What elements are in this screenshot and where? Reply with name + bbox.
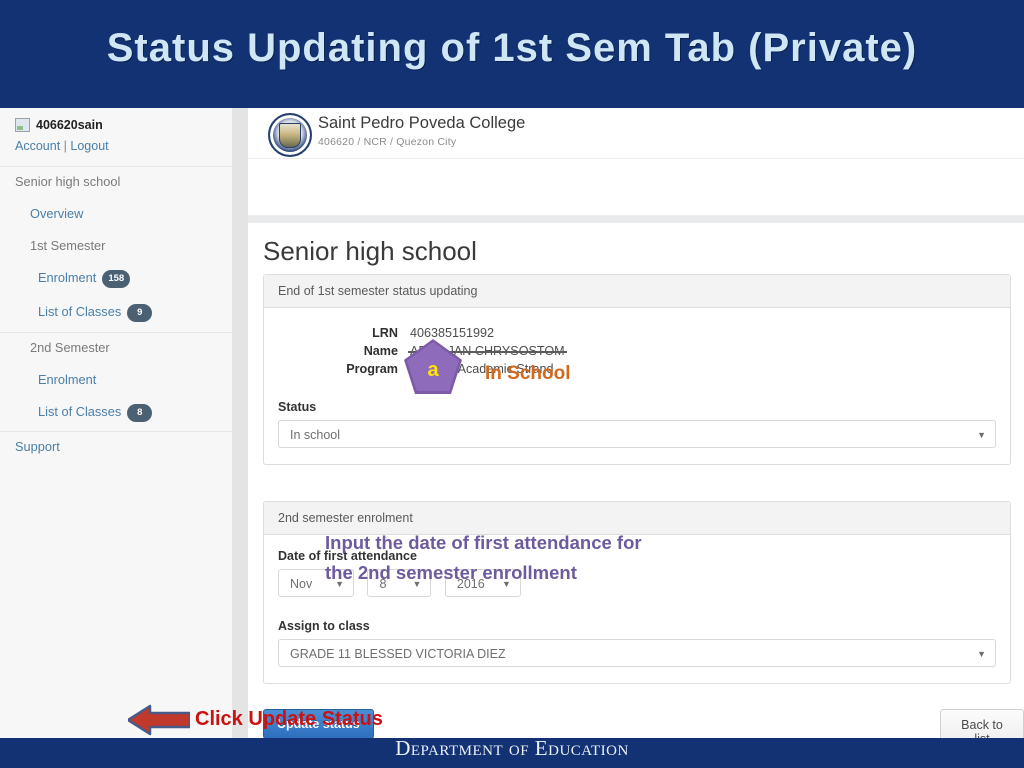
- status-select-value: In school: [290, 428, 341, 442]
- sidebar-item-2nd-enrolment[interactable]: Enrolment: [0, 364, 232, 396]
- student-details: LRN 406385151992 Name ABAT, JAN CHRYSOST…: [278, 324, 996, 378]
- sidebar: 406620sain Account | Logout Senior high …: [0, 108, 233, 738]
- detail-key-name: Name: [363, 344, 398, 358]
- status-panel-heading: End of 1st semester status updating: [264, 275, 1010, 308]
- link-separator: |: [63, 139, 67, 153]
- month-select-value: Nov: [290, 577, 313, 591]
- account-link[interactable]: Account: [15, 139, 60, 153]
- status-panel-body: LRN 406385151992 Name ABAT, JAN CHRYSOST…: [264, 308, 1010, 464]
- left-arrow-icon: [128, 704, 190, 736]
- content-separator-strip: [248, 216, 1024, 223]
- detail-key-lrn: LRN: [372, 326, 398, 340]
- nav-section-support: Support: [0, 431, 232, 467]
- sidebar-item-2nd-list-of-classes-label: List of Classes: [38, 404, 122, 419]
- user-links: Account | Logout: [15, 139, 109, 153]
- username-label: 406620sain: [36, 118, 103, 132]
- user-row: 406620sain: [15, 118, 103, 132]
- status-field-label: Status: [278, 400, 317, 414]
- slide-title-banner: Status Updating of 1st Sem Tab (Private): [0, 0, 1024, 108]
- sidebar-badge-1st-list-of-classes: 9: [127, 304, 153, 322]
- annotation-marker-letter: a: [427, 359, 439, 381]
- header-blank-band: [248, 159, 1024, 216]
- detail-key-program: Program: [346, 362, 398, 376]
- detail-row-lrn: LRN 406385151992: [278, 324, 996, 342]
- sidebar-item-overview[interactable]: Overview: [0, 198, 232, 230]
- slide-title: Status Updating of 1st Sem Tab (Private): [106, 26, 918, 70]
- school-header: Saint Pedro Poveda College 406620 / NCR …: [248, 108, 1024, 159]
- assign-to-class-value: GRADE 11 BLESSED VICTORIA DIEZ: [290, 647, 506, 661]
- detail-value-lrn: 406385151992: [410, 326, 495, 340]
- page-title: Senior high school: [263, 236, 477, 266]
- school-seal-icon: [268, 113, 312, 157]
- sidebar-item-1st-semester[interactable]: 1st Semester: [0, 230, 232, 262]
- school-seal-inner: [279, 123, 301, 148]
- status-select[interactable]: In school ▼: [278, 420, 996, 448]
- sidebar-badge-1st-enrolment: 158: [102, 270, 131, 288]
- sidebar-item-1st-list-of-classes[interactable]: List of Classes 9: [0, 296, 232, 330]
- annotation-input-date-line1: Input the date of first attendance for: [325, 532, 642, 553]
- sidebar-badge-2nd-list-of-classes: 8: [127, 404, 153, 422]
- sidebar-item-1st-list-of-classes-label: List of Classes: [38, 304, 122, 319]
- sidebar-user-block: 406620sain Account | Logout: [0, 108, 232, 167]
- sidebar-item-support[interactable]: Support: [0, 431, 232, 463]
- back-to-list-button[interactable]: Back to list: [940, 709, 1024, 738]
- main-content: Saint Pedro Poveda College 406620 / NCR …: [248, 108, 1024, 738]
- detail-row-program: Program General Academic Strand: [278, 360, 996, 378]
- detail-row-name: Name ABAT, JAN CHRYSOSTOM: [278, 342, 996, 360]
- annotation-input-date-line2: the 2nd semester enrollment: [325, 562, 577, 583]
- nav-section-senior-high: Senior high school Overview 1st Semester…: [0, 166, 232, 333]
- sidebar-header-senior-high-school: Senior high school: [15, 174, 121, 189]
- sidebar-gutter: [232, 108, 248, 738]
- application-screenshot: 406620sain Account | Logout Senior high …: [0, 108, 1024, 738]
- user-thumbnail-icon: [15, 118, 30, 132]
- sidebar-item-2nd-semester[interactable]: 2nd Semester: [0, 332, 232, 364]
- chevron-down-icon: ▼: [977, 649, 986, 659]
- assign-to-class-label: Assign to class: [278, 619, 370, 633]
- status-updating-panel: End of 1st semester status updating LRN …: [263, 274, 1011, 465]
- sidebar-item-1st-enrolment-label: Enrolment: [38, 270, 97, 285]
- sidebar-item-2nd-list-of-classes[interactable]: List of Classes 8: [0, 396, 232, 430]
- logout-link[interactable]: Logout: [70, 139, 108, 153]
- nav-section-2nd-semester: 2nd Semester Enrolment List of Classes 8: [0, 332, 232, 432]
- assign-to-class-select[interactable]: GRADE 11 BLESSED VICTORIA DIEZ ▼: [278, 639, 996, 667]
- annotation-in-school: In School: [485, 363, 571, 384]
- chevron-down-icon: ▼: [977, 430, 986, 440]
- school-meta: 406620 / NCR / Quezon City: [318, 136, 457, 148]
- footer-department-label: Department of Education: [395, 736, 629, 760]
- sidebar-item-1st-enrolment[interactable]: Enrolment 158: [0, 262, 232, 296]
- annotation-click-update-status: Click Update Status: [195, 708, 383, 730]
- school-name: Saint Pedro Poveda College: [318, 114, 526, 132]
